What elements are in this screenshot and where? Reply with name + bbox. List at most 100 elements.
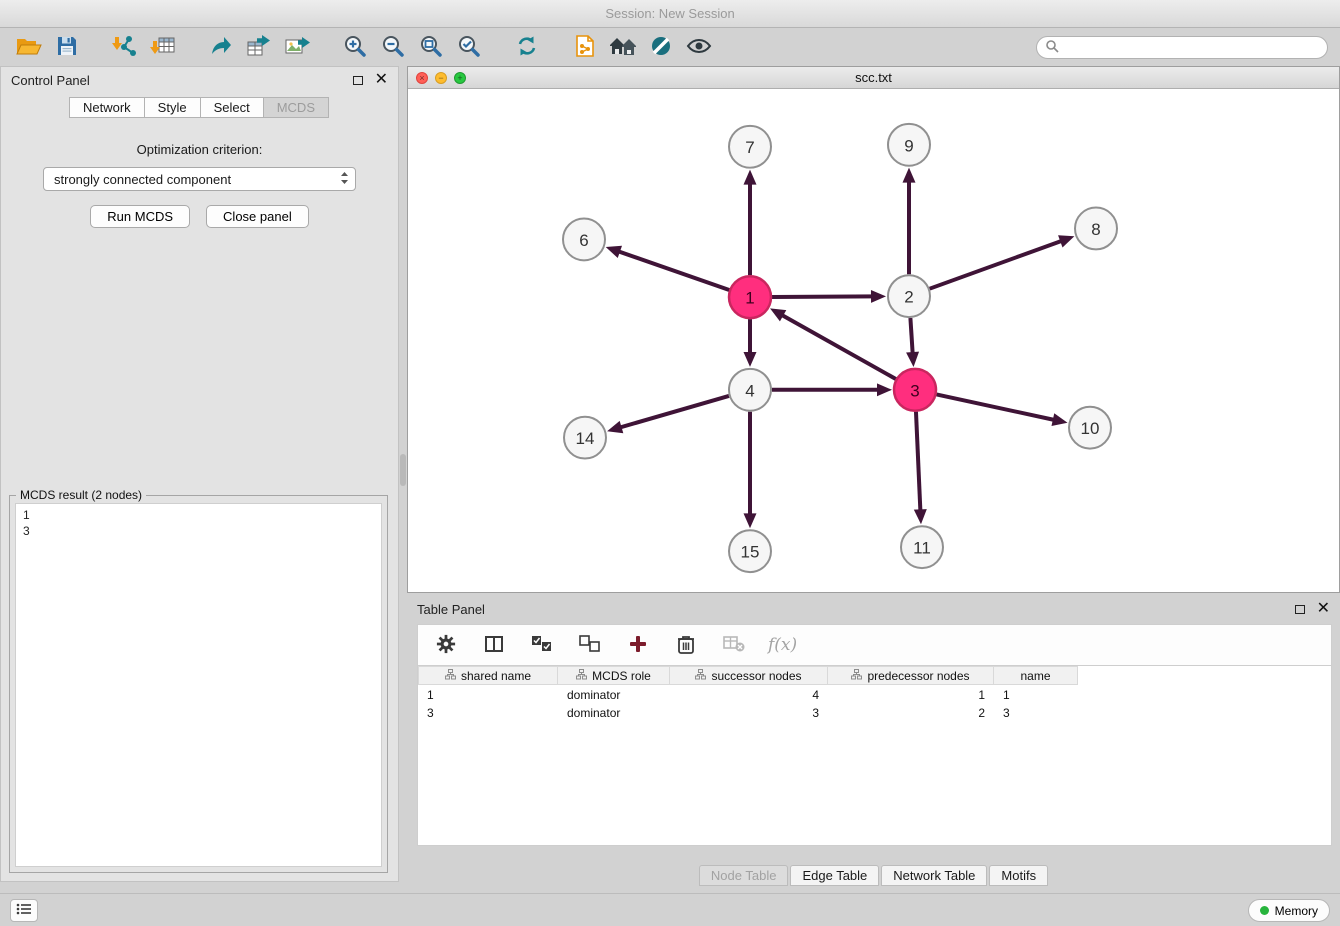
zoom-in-button[interactable]	[336, 32, 374, 64]
mcds-result-list[interactable]: 1 3	[15, 503, 382, 867]
add-column-button[interactable]	[624, 629, 652, 661]
search-box[interactable]	[1036, 36, 1328, 59]
task-history-button[interactable]	[10, 899, 38, 922]
graph-edge-arrowhead	[744, 352, 757, 367]
memory-button[interactable]: Memory	[1248, 899, 1330, 922]
float-panel-icon[interactable]	[353, 76, 363, 85]
graph-edge-arrowhead	[906, 352, 919, 367]
cell-shared-name[interactable]: 3	[418, 706, 558, 720]
close-panel-button[interactable]: Close panel	[206, 205, 309, 228]
column-label: name	[1020, 669, 1050, 683]
zoom-out-button[interactable]	[374, 32, 412, 64]
home-button[interactable]	[604, 32, 642, 64]
graph-edge[interactable]	[619, 396, 729, 428]
column-header-name[interactable]: name	[994, 666, 1078, 685]
eye-icon	[686, 36, 712, 59]
tab-motifs[interactable]: Motifs	[989, 865, 1048, 886]
close-panel-icon[interactable]: ✕	[375, 72, 388, 88]
network-file-button[interactable]	[566, 32, 604, 64]
import-table-button[interactable]	[144, 32, 182, 64]
graph-edge[interactable]	[916, 412, 920, 513]
graph-edge[interactable]	[910, 318, 912, 355]
mcds-result-box: MCDS result (2 nodes) 1 3	[9, 495, 388, 873]
network-graph: 7968124314101511	[408, 89, 1339, 592]
style-button[interactable]	[642, 32, 680, 64]
graph-edge[interactable]	[936, 394, 1055, 420]
graph-node-label: 7	[745, 138, 754, 157]
sort-icon	[445, 669, 456, 683]
import-network-button[interactable]	[106, 32, 144, 64]
tab-select[interactable]: Select	[200, 97, 264, 118]
column-header-mcds-role[interactable]: MCDS role	[558, 666, 670, 685]
column-header-successor-nodes[interactable]: successor nodes	[670, 666, 828, 685]
column-header-predecessor-nodes[interactable]: predecessor nodes	[828, 666, 994, 685]
network-canvas[interactable]: 7968124314101511	[408, 89, 1339, 592]
search-input[interactable]	[1064, 41, 1319, 55]
open-session-button[interactable]	[10, 32, 48, 64]
tab-mcds[interactable]: MCDS	[263, 97, 329, 118]
network-window: × − + scc.txt 7968124314101511	[407, 66, 1340, 593]
graph-edge[interactable]	[617, 251, 729, 290]
minimize-window-icon[interactable]: −	[435, 72, 447, 84]
table-settings-button[interactable]	[432, 629, 460, 661]
run-mcds-button[interactable]: Run MCDS	[90, 205, 190, 228]
save-session-button[interactable]	[48, 32, 86, 64]
close-window-icon[interactable]: ×	[416, 72, 428, 84]
close-table-panel-icon[interactable]: ✕	[1317, 601, 1330, 617]
select-all-columns-button[interactable]	[528, 629, 556, 661]
unselect-all-columns-button[interactable]	[576, 629, 604, 661]
table-header-row: shared name MCDS role successor nodes pr…	[418, 666, 1331, 685]
graph-edge[interactable]	[772, 296, 874, 297]
panel-splitter[interactable]	[399, 66, 407, 593]
graph-edge-arrowhead	[744, 170, 757, 185]
table-toolbar: f(x)	[417, 624, 1332, 666]
delete-column-button[interactable]	[672, 629, 700, 661]
cell-mcds-role[interactable]: dominator	[558, 706, 670, 720]
cell-mcds-role[interactable]: dominator	[558, 688, 670, 702]
export-image-icon	[284, 34, 310, 61]
graph-node-label: 1	[745, 289, 754, 308]
node-table: shared name MCDS role successor nodes pr…	[417, 666, 1332, 846]
column-label: successor nodes	[711, 669, 801, 683]
tab-edge-table[interactable]: Edge Table	[790, 865, 879, 886]
export-table-button[interactable]	[240, 32, 278, 64]
cell-predecessor-nodes[interactable]: 2	[828, 706, 994, 720]
graph-edge-arrowhead	[607, 421, 623, 433]
graph-edge[interactable]	[780, 314, 895, 379]
table-row[interactable]: 3 dominator 3 2 3	[418, 705, 1331, 721]
tab-node-table[interactable]: Node Table	[699, 865, 789, 886]
maximize-window-icon[interactable]: +	[454, 72, 466, 84]
tab-network[interactable]: Network	[69, 97, 145, 118]
function-builder-button[interactable]: f(x)	[768, 635, 797, 655]
zoom-selected-button[interactable]	[450, 32, 488, 64]
zoom-fit-icon	[419, 34, 443, 61]
splitter-scroll-thumb[interactable]	[400, 454, 406, 486]
table-panel: Table Panel ✕ f(x) sha	[407, 596, 1340, 888]
column-header-shared-name[interactable]: shared name	[418, 666, 558, 685]
cell-shared-name[interactable]: 1	[418, 688, 558, 702]
tab-network-table[interactable]: Network Table	[881, 865, 987, 886]
zoom-fit-button[interactable]	[412, 32, 450, 64]
table-row[interactable]: 1 dominator 4 1 1	[418, 687, 1331, 703]
cell-predecessor-nodes[interactable]: 1	[828, 688, 994, 702]
sort-icon	[695, 669, 706, 683]
optimization-criterion-select[interactable]: strongly connected component	[43, 167, 356, 191]
delete-table-button[interactable]	[720, 629, 748, 661]
mcds-result-line: 3	[23, 523, 374, 539]
tab-style[interactable]: Style	[144, 97, 201, 118]
refresh-layout-button[interactable]	[508, 32, 546, 64]
export-image-button[interactable]	[278, 32, 316, 64]
cell-name[interactable]: 1	[994, 688, 1078, 702]
graph-node-label: 2	[904, 288, 913, 307]
cell-name[interactable]: 3	[994, 706, 1078, 720]
export-table-icon	[246, 34, 272, 61]
graph-edge[interactable]	[930, 240, 1063, 288]
export-network-button[interactable]	[202, 32, 240, 64]
float-table-panel-icon[interactable]	[1295, 605, 1305, 614]
show-columns-button[interactable]	[480, 629, 508, 661]
graph-node-label: 11	[913, 539, 931, 558]
cell-successor-nodes[interactable]: 3	[670, 706, 828, 720]
cell-successor-nodes[interactable]: 4	[670, 688, 828, 702]
show-hide-button[interactable]	[680, 32, 718, 64]
network-window-titlebar[interactable]: × − + scc.txt	[408, 67, 1339, 89]
